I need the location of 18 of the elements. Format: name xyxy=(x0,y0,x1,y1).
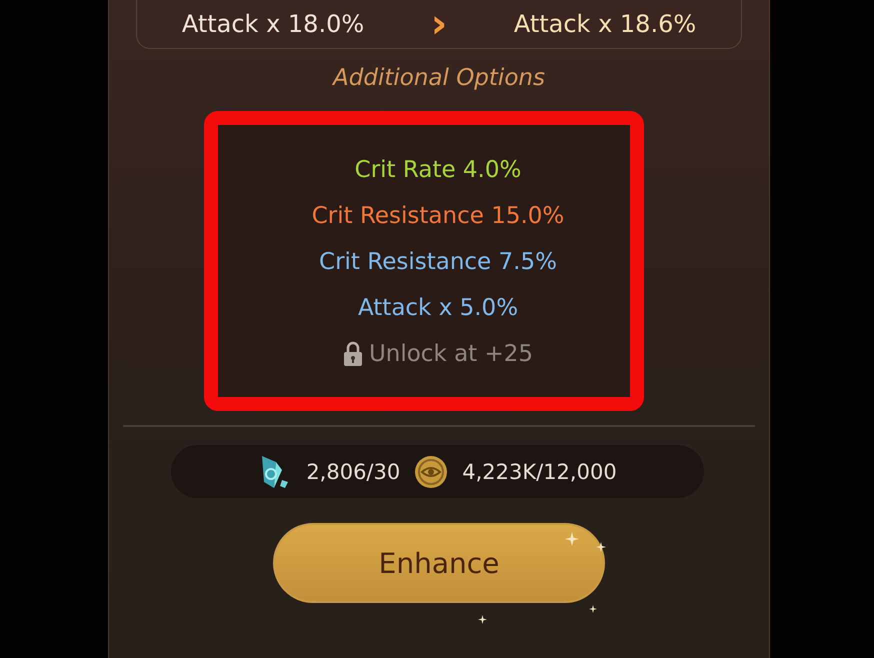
locked-option: Unlock at +25 xyxy=(368,341,534,367)
cost-amount: 2,806/30 xyxy=(306,460,400,484)
sparkle-icon xyxy=(589,605,597,613)
arrow-icon: › xyxy=(409,4,469,44)
next-stat: Attack x 18.6% xyxy=(512,10,698,38)
option-stat: Crit Resistance 7.5% xyxy=(319,249,557,275)
option-stat: Crit Rate 4.0% xyxy=(354,157,522,183)
coin-icon xyxy=(414,454,448,488)
cost-amount: 4,223K/12,000 xyxy=(462,460,617,484)
section-title: Additional Options xyxy=(333,65,545,91)
sparkle-icon xyxy=(565,532,579,546)
sparkle-icon xyxy=(596,542,606,552)
option-stat: Attack x 5.0% xyxy=(358,295,518,321)
enhance-button[interactable]: Enhance xyxy=(273,523,605,603)
option-stat: Crit Resistance 15.0% xyxy=(312,203,564,229)
sparkle-icon xyxy=(478,615,487,624)
lock-icon xyxy=(342,341,363,367)
current-stat: Attack x 18.0% xyxy=(180,10,366,38)
